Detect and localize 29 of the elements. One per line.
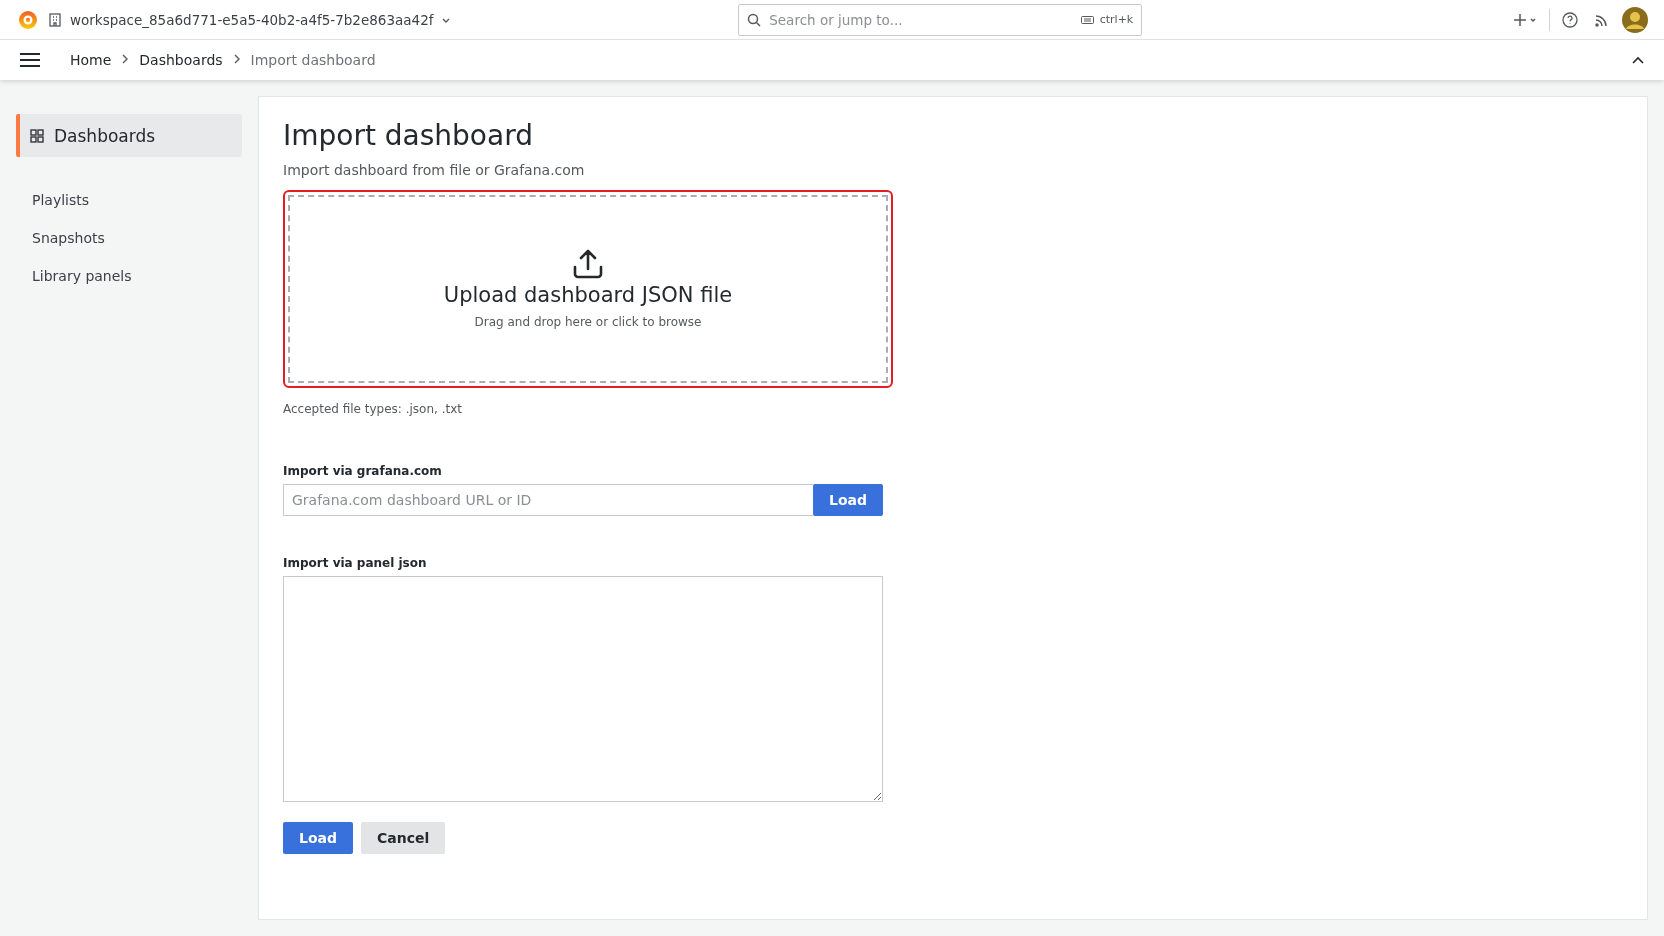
sidebar-item[interactable]: Library panels bbox=[16, 257, 242, 295]
form-button[interactable]: Load bbox=[283, 822, 353, 854]
search-icon bbox=[747, 12, 762, 27]
breadcrumb-link[interactable]: Home bbox=[70, 52, 112, 68]
grid-icon bbox=[30, 128, 44, 143]
page-subtitle: Import dashboard from file or Grafana.com bbox=[283, 162, 586, 178]
page-title: Import dashboard bbox=[283, 119, 534, 152]
field-label: Import via panel json bbox=[283, 556, 428, 570]
upload-hint: Drag and drop here or click to browse bbox=[474, 315, 702, 329]
building-icon bbox=[48, 12, 62, 27]
keyboard-icon bbox=[1080, 14, 1094, 25]
upload-icon bbox=[572, 249, 604, 279]
search-input[interactable]: Search or jump to... bbox=[767, 10, 1075, 29]
breadcrumb-link[interactable]: Import dashboard bbox=[250, 52, 376, 68]
load-button[interactable]: Load bbox=[813, 484, 883, 516]
workspace-name[interactable]: workspace_85a6d771-e5a5-40b2-a4f5-7b2e863aa42f bbox=[70, 11, 434, 28]
upload-dropzone[interactable]: Upload dashboard JSON file Drag and drop here or click to browse bbox=[288, 195, 888, 383]
accepted-types: Accepted file types: .json, .txt bbox=[283, 402, 464, 416]
search-field[interactable]: Search or jump to... ctrl+k bbox=[738, 3, 1143, 36]
url-input-field[interactable]: Grafana.com dashboard URL or ID bbox=[283, 484, 813, 516]
field-label: Import via grafana.com bbox=[283, 464, 443, 478]
sidebar-item[interactable]: Snapshots bbox=[16, 219, 242, 257]
form-button[interactable]: Cancel bbox=[361, 822, 446, 854]
upload-title: Upload dashboard JSON file bbox=[443, 283, 733, 307]
avatar-icon[interactable] bbox=[1622, 6, 1648, 33]
breadcrumb-link[interactable]: Dashboards bbox=[139, 52, 223, 68]
shortcut-hint: ctrl+k bbox=[1099, 13, 1134, 26]
sidebar-item[interactable]: Playlists bbox=[16, 181, 242, 219]
sidebar-item[interactable]: Dashboards bbox=[16, 114, 242, 157]
